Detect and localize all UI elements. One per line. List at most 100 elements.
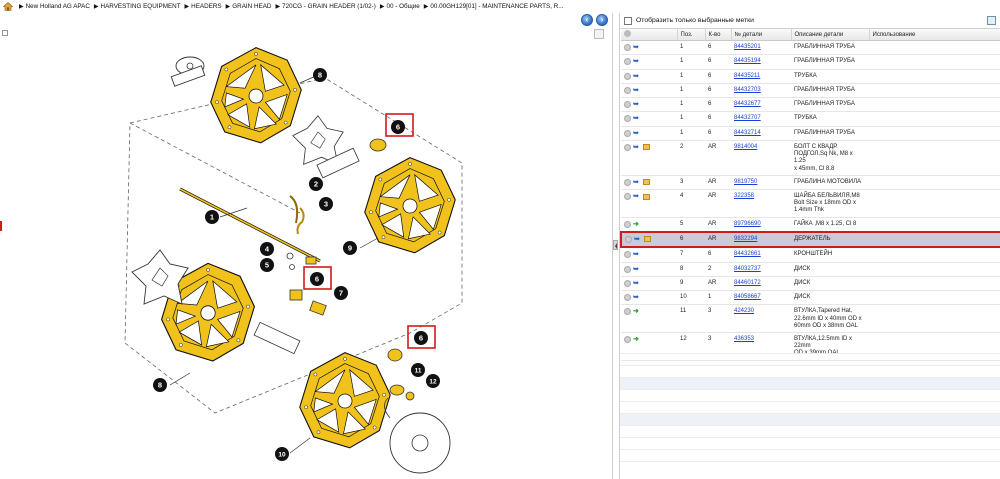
- callout-label[interactable]: 1: [210, 213, 214, 222]
- callout-label[interactable]: 6: [396, 123, 400, 132]
- add-to-cart-icon[interactable]: [624, 58, 631, 66]
- callout-label[interactable]: 9: [348, 244, 352, 253]
- breadcrumb-item[interactable]: 00.00GH129[01] - MAINTENANCE PARTS, R...: [430, 3, 563, 10]
- add-to-cart-icon[interactable]: [624, 265, 631, 273]
- breadcrumb-item[interactable]: 00 - Общие: [386, 3, 419, 10]
- table-row[interactable]: ➥ 1 6 84432703 ГРАБЛИННАЯ ТРУБА: [621, 83, 1000, 99]
- part-number-link[interactable]: 84432677: [734, 101, 761, 107]
- callout-label[interactable]: 3: [324, 200, 328, 209]
- table-row[interactable]: ➥ 2 AR 9814004 БОЛТ С КВАДР. ПОДГОЛ.Sq Nk, M8…: [621, 140, 1000, 176]
- table-row[interactable]: ➜ 5 AR 89796690 ГАЙКА ,M8 x 1.25, Cl 8: [621, 217, 1000, 233]
- add-to-cart-icon[interactable]: [625, 235, 632, 243]
- blue-arrow-icon[interactable]: ➥: [633, 193, 641, 200]
- part-number-link[interactable]: 89796690: [734, 221, 761, 227]
- table-row[interactable]: ➜ 11 3 424230 ВТУЛКА,Tapered Hat, 22.6mm ID x…: [621, 304, 1000, 333]
- part-number-link[interactable]: 84032737: [734, 266, 761, 272]
- part-number-link[interactable]: 322358: [734, 193, 754, 199]
- table-row[interactable]: ➥ 1 6 84435211 ТРУБКА: [621, 69, 1000, 84]
- add-to-cart-icon[interactable]: [624, 101, 631, 109]
- column-header-usage[interactable]: Использование: [869, 29, 1000, 41]
- table-row[interactable]: ➥ 4 AR 322358 ШАЙБА БЕЛЬВИЛЯ,M8 Bolt Size x 1…: [621, 189, 1000, 218]
- table-row[interactable]: ➥ 9 AR 84460172 ДИСК: [621, 276, 1000, 292]
- table-row[interactable]: ➥ 1 6 84432714 ГРАБЛИННАЯ ТРУБА: [621, 126, 1000, 141]
- breadcrumb-item[interactable]: GRAIN HEAD: [232, 3, 271, 10]
- add-to-cart-icon[interactable]: [624, 86, 631, 94]
- part-number-link[interactable]: 84435194: [734, 58, 761, 64]
- part-number-link[interactable]: 84432714: [734, 130, 761, 136]
- blue-arrow-icon[interactable]: ➥: [634, 236, 642, 243]
- callout-label[interactable]: 7: [339, 289, 343, 298]
- part-number-link[interactable]: 84435211: [734, 73, 760, 79]
- table-row[interactable]: ➥ 1 6 84432677 ГРАБЛИННАЯ ТРУБА: [621, 97, 1000, 113]
- collapse-panel-handle[interactable]: [613, 240, 618, 250]
- add-to-cart-icon[interactable]: [624, 44, 631, 51]
- callout-label[interactable]: 11: [415, 368, 422, 375]
- table-row[interactable]: ➥ 8 2 84032737 ДИСК: [621, 262, 1000, 277]
- blue-arrow-icon[interactable]: ➥: [633, 144, 641, 151]
- part-number-link[interactable]: 84058667: [734, 294, 761, 300]
- blue-arrow-icon[interactable]: ➥: [633, 73, 641, 80]
- part-number-link[interactable]: 9819750: [734, 179, 757, 185]
- part-number-link[interactable]: 9814004: [734, 144, 757, 150]
- blue-arrow-icon[interactable]: ➥: [633, 266, 641, 273]
- blue-arrow-icon[interactable]: ➥: [633, 179, 641, 186]
- callout-label[interactable]: 8: [318, 71, 322, 80]
- add-to-cart-icon[interactable]: [624, 115, 631, 123]
- home-icon[interactable]: [3, 2, 13, 11]
- add-to-cart-icon[interactable]: [624, 308, 631, 316]
- blue-arrow-icon[interactable]: ➥: [633, 280, 641, 287]
- export-icon[interactable]: [987, 16, 996, 25]
- part-number-link[interactable]: 84432661: [734, 251, 761, 257]
- callout-label[interactable]: 10: [278, 452, 286, 459]
- add-to-cart-icon[interactable]: [624, 72, 631, 80]
- part-number-link[interactable]: 84460172: [734, 280, 761, 286]
- part-number-link[interactable]: 84432707: [734, 115, 761, 121]
- blue-arrow-icon[interactable]: ➥: [633, 251, 641, 258]
- column-header-desc[interactable]: Описание детали: [791, 29, 870, 41]
- table-row[interactable]: ➥ 1 6 84435194 ГРАБЛИННАЯ ТРУБА: [621, 54, 1000, 70]
- callout-label[interactable]: 8: [158, 381, 162, 390]
- table-row[interactable]: ➥ 1 6 84435201 ГРАБЛИННАЯ ТРУБА: [621, 40, 1000, 56]
- table-row[interactable]: ➥ 1 6 84432707 ТРУБКА: [621, 111, 1000, 127]
- breadcrumb-item[interactable]: New Holland AG APAC: [26, 3, 90, 10]
- blue-arrow-icon[interactable]: ➥: [633, 115, 641, 122]
- callout-label[interactable]: 6: [419, 334, 423, 343]
- table-row[interactable]: ➥ 10 1 84058667 ДИСК: [621, 290, 1000, 306]
- part-number-link[interactable]: 9832294: [734, 236, 757, 242]
- add-to-cart-icon[interactable]: [624, 294, 631, 302]
- table-row[interactable]: ➥ 7 6 84432661 КРОНШТЕЙН: [621, 247, 1000, 263]
- add-to-cart-icon[interactable]: [624, 143, 631, 151]
- green-arrow-icon[interactable]: ➜: [633, 221, 641, 228]
- callout-label[interactable]: 2: [314, 180, 318, 189]
- blue-arrow-icon[interactable]: ➥: [633, 87, 641, 94]
- part-number-link[interactable]: 84432703: [734, 87, 761, 93]
- callout-label[interactable]: 12: [429, 379, 437, 386]
- column-header-pos[interactable]: Поз.: [677, 29, 706, 41]
- blue-arrow-icon[interactable]: ➥: [633, 294, 641, 301]
- breadcrumb-item[interactable]: HARVESTING EQUIPMENT: [101, 3, 181, 10]
- callout-label[interactable]: 5: [265, 261, 269, 270]
- callout-label[interactable]: 6: [315, 275, 319, 284]
- table-row[interactable]: ➥ 3 AR 9819750 ГРАБЛИНА МОТОВИЛА: [621, 175, 1000, 191]
- column-header-part-no[interactable]: № детали: [731, 29, 792, 41]
- table-row[interactable]: ➥ 6 AR 9832294 ДЕРЖАТЕЛЬ: [620, 230, 1000, 249]
- blue-arrow-icon[interactable]: ➥: [633, 44, 641, 51]
- blue-arrow-icon[interactable]: ➥: [633, 101, 641, 108]
- add-to-cart-icon[interactable]: [624, 129, 631, 137]
- add-to-cart-icon[interactable]: [624, 279, 631, 287]
- breadcrumb-item[interactable]: HEADERS: [191, 3, 221, 10]
- add-to-cart-icon[interactable]: [624, 251, 631, 259]
- green-arrow-icon[interactable]: ➜: [633, 308, 641, 315]
- blue-arrow-icon[interactable]: ➥: [633, 130, 641, 137]
- column-header-qty[interactable]: К-во: [705, 29, 732, 41]
- add-to-cart-icon[interactable]: [624, 220, 631, 228]
- part-number-link[interactable]: 84435201: [734, 44, 761, 50]
- show-selected-only-checkbox[interactable]: [624, 16, 632, 25]
- part-number-link[interactable]: 424230: [734, 308, 754, 314]
- blue-arrow-icon[interactable]: ➥: [633, 58, 641, 65]
- header-settings-icon[interactable]: [624, 30, 631, 37]
- breadcrumb-item[interactable]: 720CG - GRAIN HEADER (1/02-): [282, 3, 376, 10]
- add-to-cart-icon[interactable]: [624, 193, 631, 201]
- add-to-cart-icon[interactable]: [624, 178, 631, 186]
- exploded-parts-diagram[interactable]: 862319456786111210: [0, 13, 612, 479]
